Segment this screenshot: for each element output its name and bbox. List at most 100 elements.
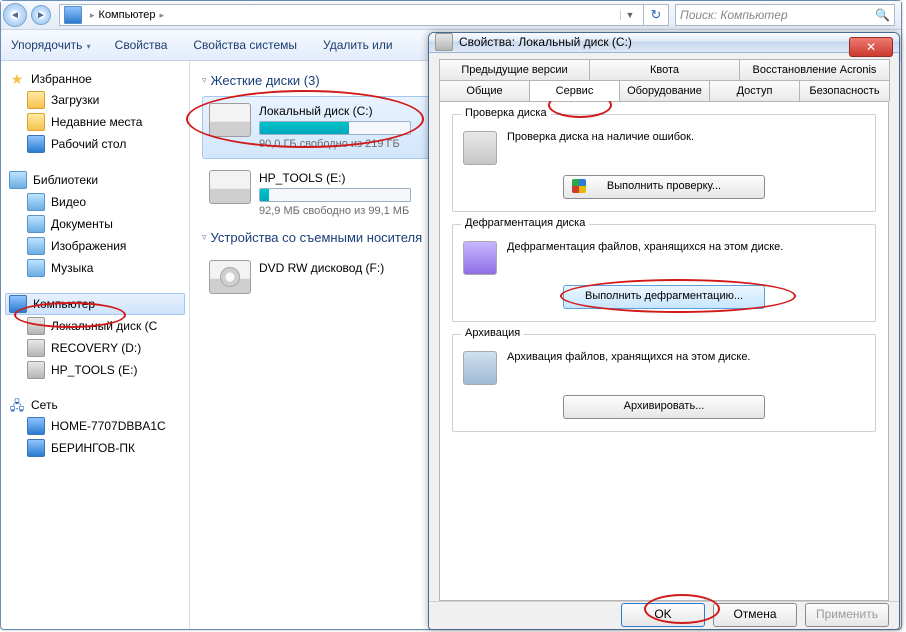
sidebar-item-videos[interactable]: Видео [5, 191, 185, 213]
check-now-button[interactable]: Выполнить проверку... [563, 175, 765, 199]
search-placeholder: Поиск: Компьютер [680, 8, 788, 22]
sidebar-item-drive-e[interactable]: HP_TOOLS (E:) [5, 359, 185, 381]
group-legend: Архивация [461, 327, 524, 339]
folder-icon [27, 113, 45, 131]
tab-general[interactable]: Общие [439, 80, 530, 101]
chevron-down-icon[interactable]: ▼ [620, 10, 639, 20]
tab-acronis[interactable]: Восстановление Acronis [739, 59, 890, 80]
sidebar-item-network-pc[interactable]: БЕРИНГОВ-ПК [5, 437, 185, 459]
drive-icon [27, 317, 45, 335]
tab-tools[interactable]: Сервис [529, 80, 620, 101]
video-icon [27, 193, 45, 211]
folder-icon [27, 91, 45, 109]
sidebar-item-label: Компьютер [33, 297, 95, 311]
capacity-bar [259, 121, 411, 135]
sidebar-computer[interactable]: Компьютер [5, 293, 185, 315]
picture-icon [27, 237, 45, 255]
group-defrag: Дефрагментация диска Дефрагментация файл… [452, 224, 876, 322]
star-icon: ★ [9, 71, 25, 87]
sidebar-item-music[interactable]: Музыка [5, 257, 185, 279]
sidebar-network[interactable]: 🖧 Сеть [5, 395, 185, 415]
sidebar-item-documents[interactable]: Документы [5, 213, 185, 235]
drive-free: 92,9 МБ свободно из 99,1 МБ [259, 204, 411, 219]
sidebar-favorites[interactable]: ★ Избранное [5, 69, 185, 89]
group-backup: Архивация Архивация файлов, хранящихся н… [452, 334, 876, 432]
document-icon [27, 215, 45, 233]
sidebar-item-label: Изображения [51, 239, 126, 253]
refresh-button[interactable]: ↻ [644, 4, 669, 26]
sidebar-item-recent[interactable]: Недавние места [5, 111, 185, 133]
drive-icon [209, 170, 251, 204]
breadcrumb-sep-icon: ▸ [90, 10, 95, 21]
dialog-titlebar[interactable]: Свойства: Локальный диск (C:) ✕ [429, 33, 899, 53]
tab-sharing[interactable]: Доступ [709, 80, 800, 101]
sidebar-item-desktop[interactable]: Рабочий стол [5, 133, 185, 155]
tab-quota[interactable]: Квота [589, 59, 740, 80]
cancel-button[interactable]: Отмена [713, 603, 797, 627]
drive-free: 90,0 ГБ свободно из 219 ГБ [259, 137, 411, 152]
backup-button[interactable]: Архивировать... [563, 395, 765, 419]
sidebar-item-label: HP_TOOLS (E:) [51, 363, 137, 377]
backup-icon [463, 351, 497, 385]
computer-icon [9, 295, 27, 313]
address-bar: ◄ ► ▸ Компьютер ▸ ▼ ↻ Поиск: Компьютер 🔍 [1, 1, 901, 30]
tab-hardware[interactable]: Оборудование [619, 80, 710, 101]
pc-icon [27, 417, 45, 435]
search-input[interactable]: Поиск: Компьютер 🔍 [675, 4, 895, 26]
library-icon [9, 171, 27, 189]
group-check-disk: Проверка диска Проверка диска на наличие… [452, 114, 876, 212]
properties-button[interactable]: Свойства [115, 38, 170, 52]
sidebar-item-network-pc[interactable]: HOME-7707DBBA1C [5, 415, 185, 437]
sidebar-item-label: Загрузки [51, 93, 99, 107]
collapse-icon: ▿ [202, 75, 207, 86]
tab-panel-tools: Проверка диска Проверка диска на наличие… [439, 101, 889, 601]
sidebar-item-drive-c[interactable]: Локальный диск (C [5, 315, 185, 337]
capacity-bar [259, 188, 411, 202]
drive-icon [27, 361, 45, 379]
breadcrumb-sep-icon: ▸ [159, 10, 164, 21]
drive-icon [209, 103, 251, 137]
tab-previous-versions[interactable]: Предыдущие версии [439, 59, 590, 80]
sidebar-libraries[interactable]: Библиотеки [5, 169, 185, 191]
apply-button[interactable]: Применить [805, 603, 889, 627]
drive-name: Локальный диск (C:) [259, 103, 411, 119]
group-text: Дефрагментация файлов, хранящихся на это… [507, 241, 865, 253]
dvd-icon [209, 260, 251, 294]
check-disk-icon [463, 131, 497, 165]
address-box[interactable]: ▸ Компьютер ▸ ▼ [59, 4, 644, 26]
network-icon: 🖧 [9, 397, 25, 413]
collapse-icon: ▿ [202, 232, 207, 243]
sidebar-item-pictures[interactable]: Изображения [5, 235, 185, 257]
ok-button[interactable]: OK [621, 603, 705, 627]
organize-menu[interactable]: Упорядочить [11, 38, 91, 52]
close-icon: ✕ [866, 40, 876, 54]
system-properties-button[interactable]: Свойства системы [193, 38, 299, 52]
sidebar-item-label: RECOVERY (D:) [51, 341, 141, 355]
sidebar-item-label: Рабочий стол [51, 137, 126, 151]
drive-name: DVD RW дисковод (F:) [259, 260, 384, 276]
back-button[interactable]: ◄ [3, 3, 27, 27]
breadcrumb[interactable]: Компьютер [99, 9, 156, 21]
tab-security[interactable]: Безопасность [799, 80, 890, 101]
dialog-title: Свойства: Локальный диск (C:) [459, 35, 632, 49]
forward-button[interactable]: ► [31, 5, 51, 25]
section-title: Устройства со съемными носителя [211, 230, 423, 245]
defrag-button[interactable]: Выполнить дефрагментацию... [563, 285, 765, 309]
sidebar-item-downloads[interactable]: Загрузки [5, 89, 185, 111]
sidebar-item-drive-d[interactable]: RECOVERY (D:) [5, 337, 185, 359]
sidebar-item-label: Сеть [31, 398, 58, 412]
sidebar-item-label: Избранное [31, 72, 92, 86]
sidebar-item-label: Видео [51, 195, 86, 209]
sidebar-item-label: БЕРИНГОВ-ПК [51, 441, 135, 455]
properties-dialog: Свойства: Локальный диск (C:) ✕ Предыдущ… [428, 32, 900, 630]
drive-name: HP_TOOLS (E:) [259, 170, 411, 186]
uninstall-button[interactable]: Удалить или [323, 38, 395, 52]
sidebar-item-label: Локальный диск (C [51, 319, 157, 333]
sidebar-item-label: Недавние места [51, 115, 142, 129]
search-icon: 🔍 [875, 8, 890, 22]
music-icon [27, 259, 45, 277]
defrag-icon [463, 241, 497, 275]
group-legend: Проверка диска [461, 107, 551, 119]
dialog-footer: OK Отмена Применить [429, 601, 899, 629]
section-title: Жесткие диски (3) [211, 73, 320, 88]
